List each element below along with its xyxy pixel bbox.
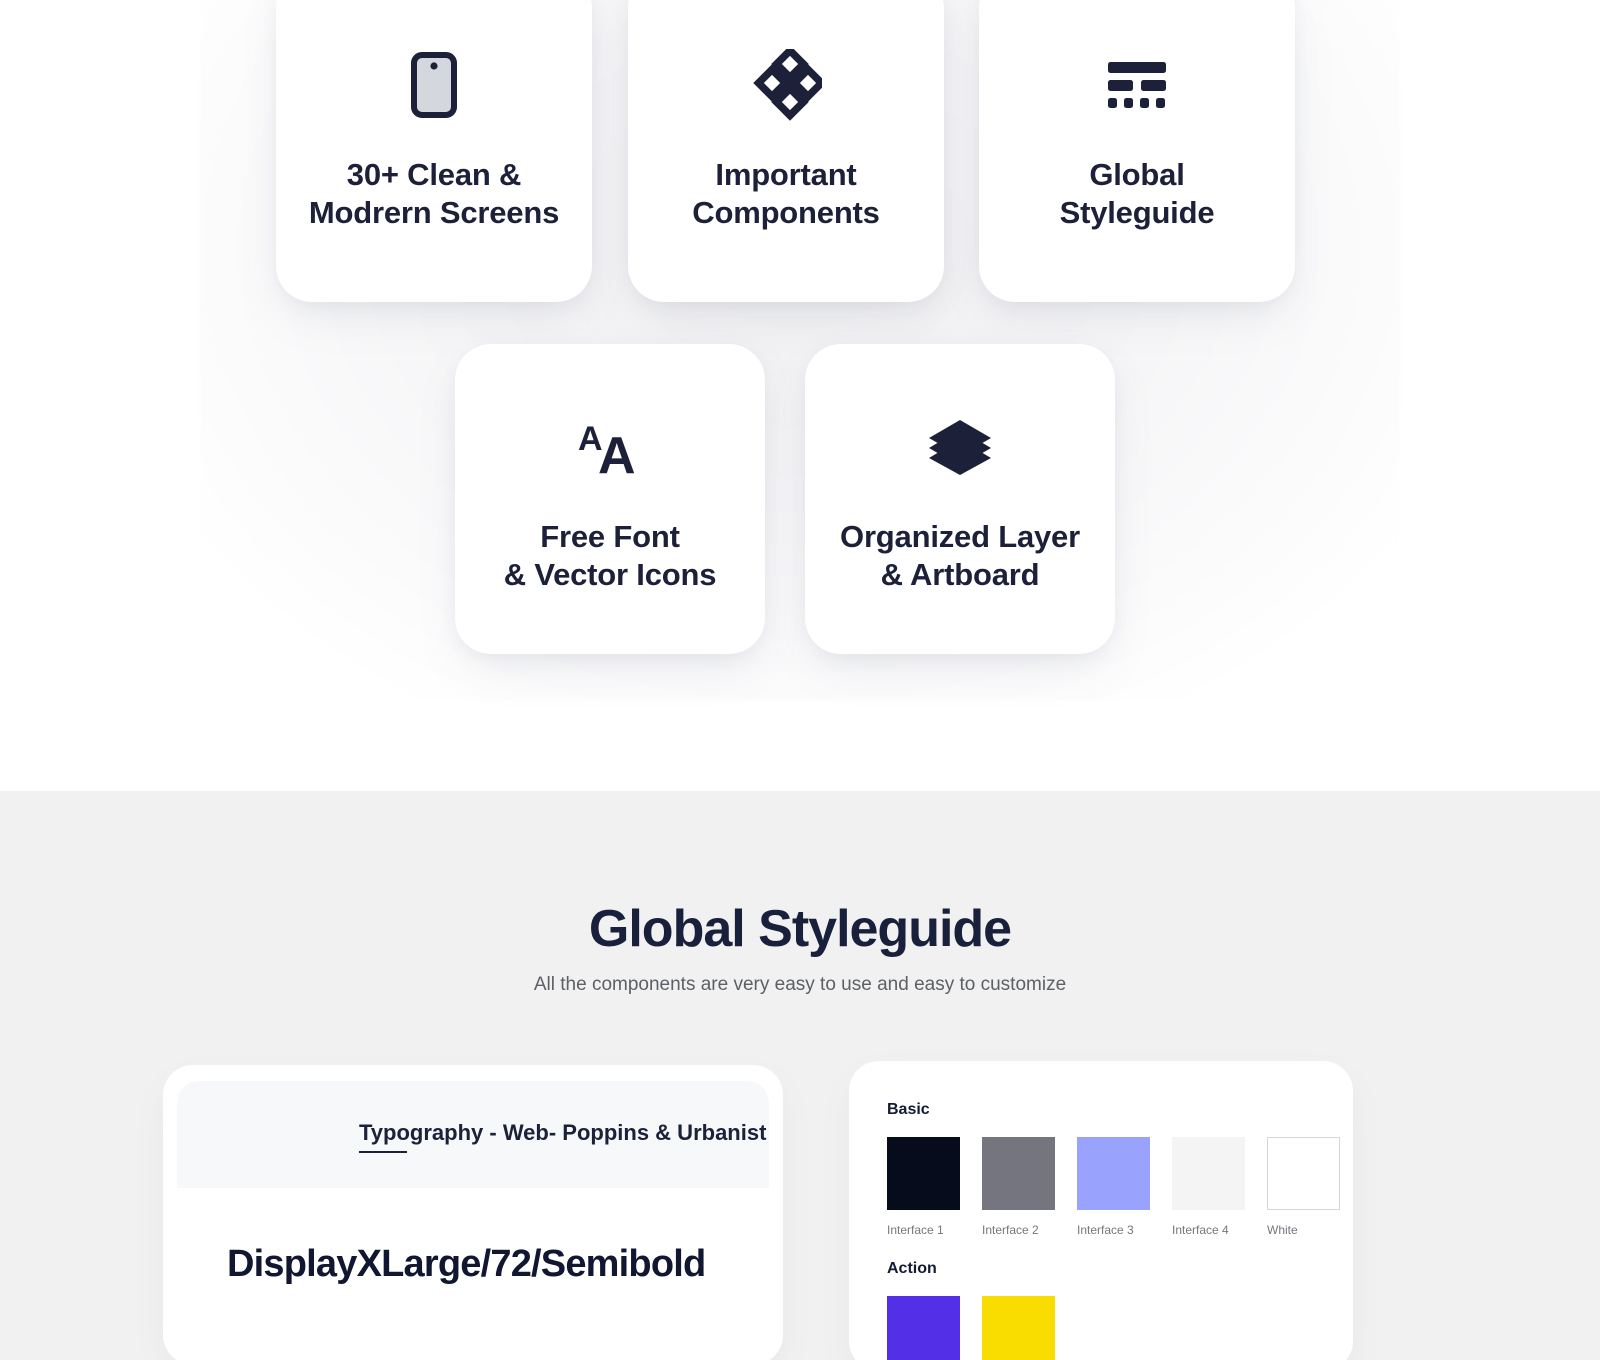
features-section: 30+ Clean & Modrern Screens Important Co… xyxy=(0,0,1600,791)
color-group-label: Action xyxy=(887,1260,937,1277)
color-chip[interactable] xyxy=(1267,1137,1340,1210)
typography-header-label: Typography - Web- Poppins & Urbanist xyxy=(359,1120,767,1153)
color-group-label: Basic xyxy=(887,1101,930,1118)
layers-icon xyxy=(927,404,993,490)
feature-card-font[interactable]: A A Free Font & Vector Icons xyxy=(455,344,765,654)
colors-panel[interactable]: Basic Interface 1 Interface 2 Interface … xyxy=(849,1061,1353,1360)
color-chip[interactable] xyxy=(1172,1137,1245,1210)
swatch-item[interactable]: Interface 4 xyxy=(1172,1137,1245,1237)
swatch-item[interactable] xyxy=(982,1296,1055,1360)
swatch-row: Interface 1 Interface 2 Interface 3 Inte… xyxy=(887,1137,1340,1237)
color-label: White xyxy=(1267,1223,1298,1237)
color-group-basic: Basic Interface 1 Interface 2 Interface … xyxy=(887,1101,1340,1237)
swatch-item[interactable]: Interface 3 xyxy=(1077,1137,1150,1237)
typography-sample-text: DisplayXLarge/72/Semibold xyxy=(227,1243,706,1285)
feature-card-title: 30+ Clean & Modrern Screens xyxy=(308,157,560,230)
styleguide-section: Global Styleguide All the components are… xyxy=(0,791,1600,1360)
page-subtitle: All the components are very easy to use … xyxy=(533,974,1067,995)
swatch-item[interactable]: Interface 2 xyxy=(982,1137,1055,1237)
color-chip[interactable] xyxy=(887,1137,960,1210)
swatch-item[interactable]: White xyxy=(1267,1137,1340,1237)
color-chip[interactable] xyxy=(982,1296,1055,1360)
swatch-row xyxy=(887,1296,1055,1360)
color-chip[interactable] xyxy=(982,1137,1055,1210)
feature-card-screens[interactable]: 30+ Clean & Modrern Screens xyxy=(276,0,592,302)
feature-card-title: Global Styleguide xyxy=(1059,157,1215,230)
color-label: Interface 2 xyxy=(982,1223,1039,1237)
feature-card-title: Important Components xyxy=(692,157,880,230)
page-title: Global Styleguide xyxy=(588,900,1012,958)
swatch-item[interactable] xyxy=(887,1296,960,1360)
feature-card-title: Free Font & Vector Icons xyxy=(503,519,717,592)
phone-icon xyxy=(411,42,457,128)
color-chip[interactable] xyxy=(887,1296,960,1360)
layout-grid-icon xyxy=(1106,42,1168,128)
diamonds-icon xyxy=(750,42,822,128)
feature-card-title: Organized Layer & Artboard xyxy=(840,519,1080,592)
color-label: Interface 1 xyxy=(887,1223,944,1237)
color-group-action: Action xyxy=(887,1260,1055,1360)
typography-panel[interactable]: Typography - Web- Poppins & Urbanist Dis… xyxy=(163,1065,783,1360)
typography-icon: A A xyxy=(576,404,644,490)
svg-text:A: A xyxy=(598,427,636,479)
feature-card-styleguide[interactable]: Global Styleguide xyxy=(979,0,1295,302)
color-label: Interface 4 xyxy=(1172,1223,1229,1237)
feature-card-layers[interactable]: Organized Layer & Artboard xyxy=(805,344,1115,654)
color-chip[interactable] xyxy=(1077,1137,1150,1210)
color-label: Interface 3 xyxy=(1077,1223,1134,1237)
feature-card-components[interactable]: Important Components xyxy=(628,0,944,302)
swatch-item[interactable]: Interface 1 xyxy=(887,1137,960,1237)
